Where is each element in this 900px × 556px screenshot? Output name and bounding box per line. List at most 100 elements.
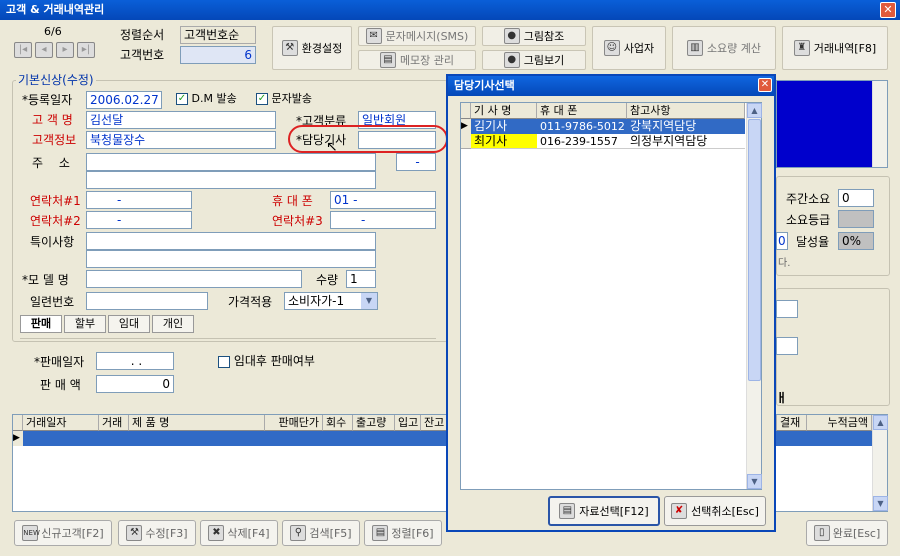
contact1-field[interactable]: -: [86, 191, 192, 209]
note-field-1[interactable]: [86, 232, 376, 250]
grade-field: [838, 210, 874, 228]
delete-button[interactable]: ✖ 삭제[F4]: [200, 520, 278, 546]
grid-header[interactable]: 제 품 명: [129, 415, 265, 431]
table-row[interactable]: 김기사 011-9786-5012 강북지역담당: [471, 119, 745, 134]
qty-field[interactable]: 1: [346, 270, 376, 288]
reg-date-label: *등록일자: [22, 93, 73, 107]
grid-header[interactable]: 출고량: [353, 415, 395, 431]
chevron-down-icon: ▼: [361, 293, 377, 309]
memo-button[interactable]: ▤ 메모장 관리: [358, 50, 476, 70]
serial-label: 일련번호: [30, 295, 75, 309]
note-field-2[interactable]: [86, 250, 376, 268]
dm-checkbox[interactable]: ✓ D.M 발송: [176, 91, 237, 107]
grid-header[interactable]: 누적금액: [807, 415, 872, 431]
grid-header[interactable]: 거래일자: [23, 415, 99, 431]
custno-field[interactable]: 6: [180, 46, 256, 64]
sale-date-field[interactable]: . .: [96, 352, 174, 370]
contact3-field[interactable]: -: [330, 211, 436, 229]
grid-header[interactable]: 휴 대 폰: [537, 103, 627, 119]
address-field-2[interactable]: [86, 171, 376, 189]
sms-checkbox[interactable]: ✓ 문자발송: [256, 91, 312, 107]
partial-field-2[interactable]: [776, 337, 798, 355]
scroll-down-icon[interactable]: ▼: [747, 474, 762, 489]
contact1-label: 연락처#1: [30, 194, 81, 208]
sort-button[interactable]: ▤ 정렬[F6]: [364, 520, 442, 546]
sale-date-label: *판매일자: [34, 355, 85, 369]
grid-header[interactable]: 결재: [777, 415, 807, 431]
tab-sale[interactable]: 판매: [20, 315, 62, 333]
address-field-1[interactable]: [86, 153, 376, 171]
price-select[interactable]: 소비자가-1 ▼: [284, 292, 378, 310]
mobile-field[interactable]: 01 -: [330, 191, 436, 209]
tab-installment[interactable]: 할부: [64, 315, 106, 333]
grid-header[interactable]: 회수: [323, 415, 353, 431]
sort-select[interactable]: 고객번호순: [180, 26, 256, 44]
reg-date-field[interactable]: 2006.02.27: [86, 91, 162, 109]
zip-field[interactable]: -: [396, 153, 436, 171]
usage-calc-button[interactable]: ▥ 소요량 계산: [672, 26, 776, 70]
window-titlebar: 고객 & 거래내역관리: [0, 0, 900, 20]
notepad-icon: ▤: [379, 52, 396, 68]
weekly-field[interactable]: 0: [838, 189, 874, 207]
grid-header[interactable]: 거래: [99, 415, 129, 431]
wrench-icon: ⚒: [281, 40, 298, 56]
info-field[interactable]: 북청물장수: [86, 131, 276, 149]
image-ref-button[interactable]: ● 그림참조: [482, 26, 586, 46]
scroll-up-icon[interactable]: ▲: [747, 103, 762, 118]
scroll-thumb[interactable]: [748, 119, 761, 381]
name-field[interactable]: 김선달: [86, 111, 276, 129]
check-icon: ✓: [256, 93, 268, 105]
grid-header[interactable]: 기 사 명: [471, 103, 537, 119]
first-record-icon[interactable]: |◂: [14, 42, 32, 58]
scroll-down-icon[interactable]: ▼: [873, 496, 888, 511]
partial-field-1[interactable]: [776, 300, 798, 318]
dialog-titlebar: 담당기사선택: [448, 76, 774, 96]
business-button[interactable]: ☺ 사업자: [592, 26, 666, 70]
person-icon: ●: [503, 28, 520, 44]
new-customer-button[interactable]: NEW 신규고객[F2]: [14, 520, 112, 546]
record-counter: 6/6: [44, 25, 62, 38]
trade-history-button[interactable]: ♜ 거래내역[F8]: [782, 26, 888, 70]
blue-panel-scrollbar[interactable]: [872, 81, 887, 167]
note-label: 특이사항: [30, 235, 75, 249]
driver-note-cell: 의정부지역담당: [630, 134, 708, 148]
partial-char: ㅐ: [776, 391, 788, 405]
sms-button[interactable]: ✉ 문자메시지(SMS): [358, 26, 476, 46]
grid-corner: [461, 103, 471, 119]
prev-record-icon[interactable]: ◂: [35, 42, 53, 58]
done-button[interactable]: ▯ 완료[Esc]: [806, 520, 888, 546]
tab-rental[interactable]: 임대: [108, 315, 150, 333]
select-data-button[interactable]: ▤ 자료선택[F12]: [548, 496, 660, 526]
close-button[interactable]: ✕: [880, 2, 896, 18]
table-row[interactable]: 최기사 016-239-1557 의정부지역담당: [471, 134, 745, 149]
weekly-label: 주간소요: [786, 192, 831, 206]
grid-header[interactable]: 참고사항: [627, 103, 745, 119]
sale-amount-field[interactable]: 0: [96, 375, 174, 393]
grid-header[interactable]: 입고: [395, 415, 421, 431]
driver-field[interactable]: [358, 131, 436, 149]
search-button[interactable]: ⚲ 검색[F5]: [282, 520, 360, 546]
model-field[interactable]: [86, 270, 302, 288]
sale-amount-label: 판 매 액: [40, 378, 81, 392]
rental-checkbox[interactable]: 임대후 판매여부: [218, 353, 315, 369]
rate-label: 달성율: [796, 235, 830, 249]
contact2-field[interactable]: -: [86, 211, 192, 229]
row-pointer-icon: ▶: [461, 119, 471, 134]
settings-button[interactable]: ⚒ 환경설정: [272, 26, 352, 70]
next-record-icon[interactable]: ▸: [56, 42, 74, 58]
grid-header[interactable]: 판매단가: [265, 415, 323, 431]
dialog-close-button[interactable]: ✕: [758, 78, 772, 92]
last-record-icon[interactable]: ▸|: [77, 42, 95, 58]
serial-field[interactable]: [86, 292, 208, 310]
dialog-title: 담당기사선택: [454, 79, 515, 92]
grid-scrollbar[interactable]: ▲ ▼: [872, 415, 888, 511]
cancel-selection-button[interactable]: ✘ 선택취소[Esc]: [664, 496, 766, 526]
edit-button[interactable]: ⚒ 수정[F3]: [118, 520, 196, 546]
scroll-up-icon[interactable]: ▲: [873, 415, 888, 430]
address-label: 주 소: [32, 156, 76, 170]
image-view-button[interactable]: ● 그림보기: [482, 50, 586, 70]
dialog-scrollbar[interactable]: ▲ ▼: [746, 103, 762, 489]
sort-label: 정렬순서: [120, 28, 165, 42]
tab-personal[interactable]: 개인: [152, 315, 194, 333]
search-icon: ⚲: [290, 525, 307, 541]
